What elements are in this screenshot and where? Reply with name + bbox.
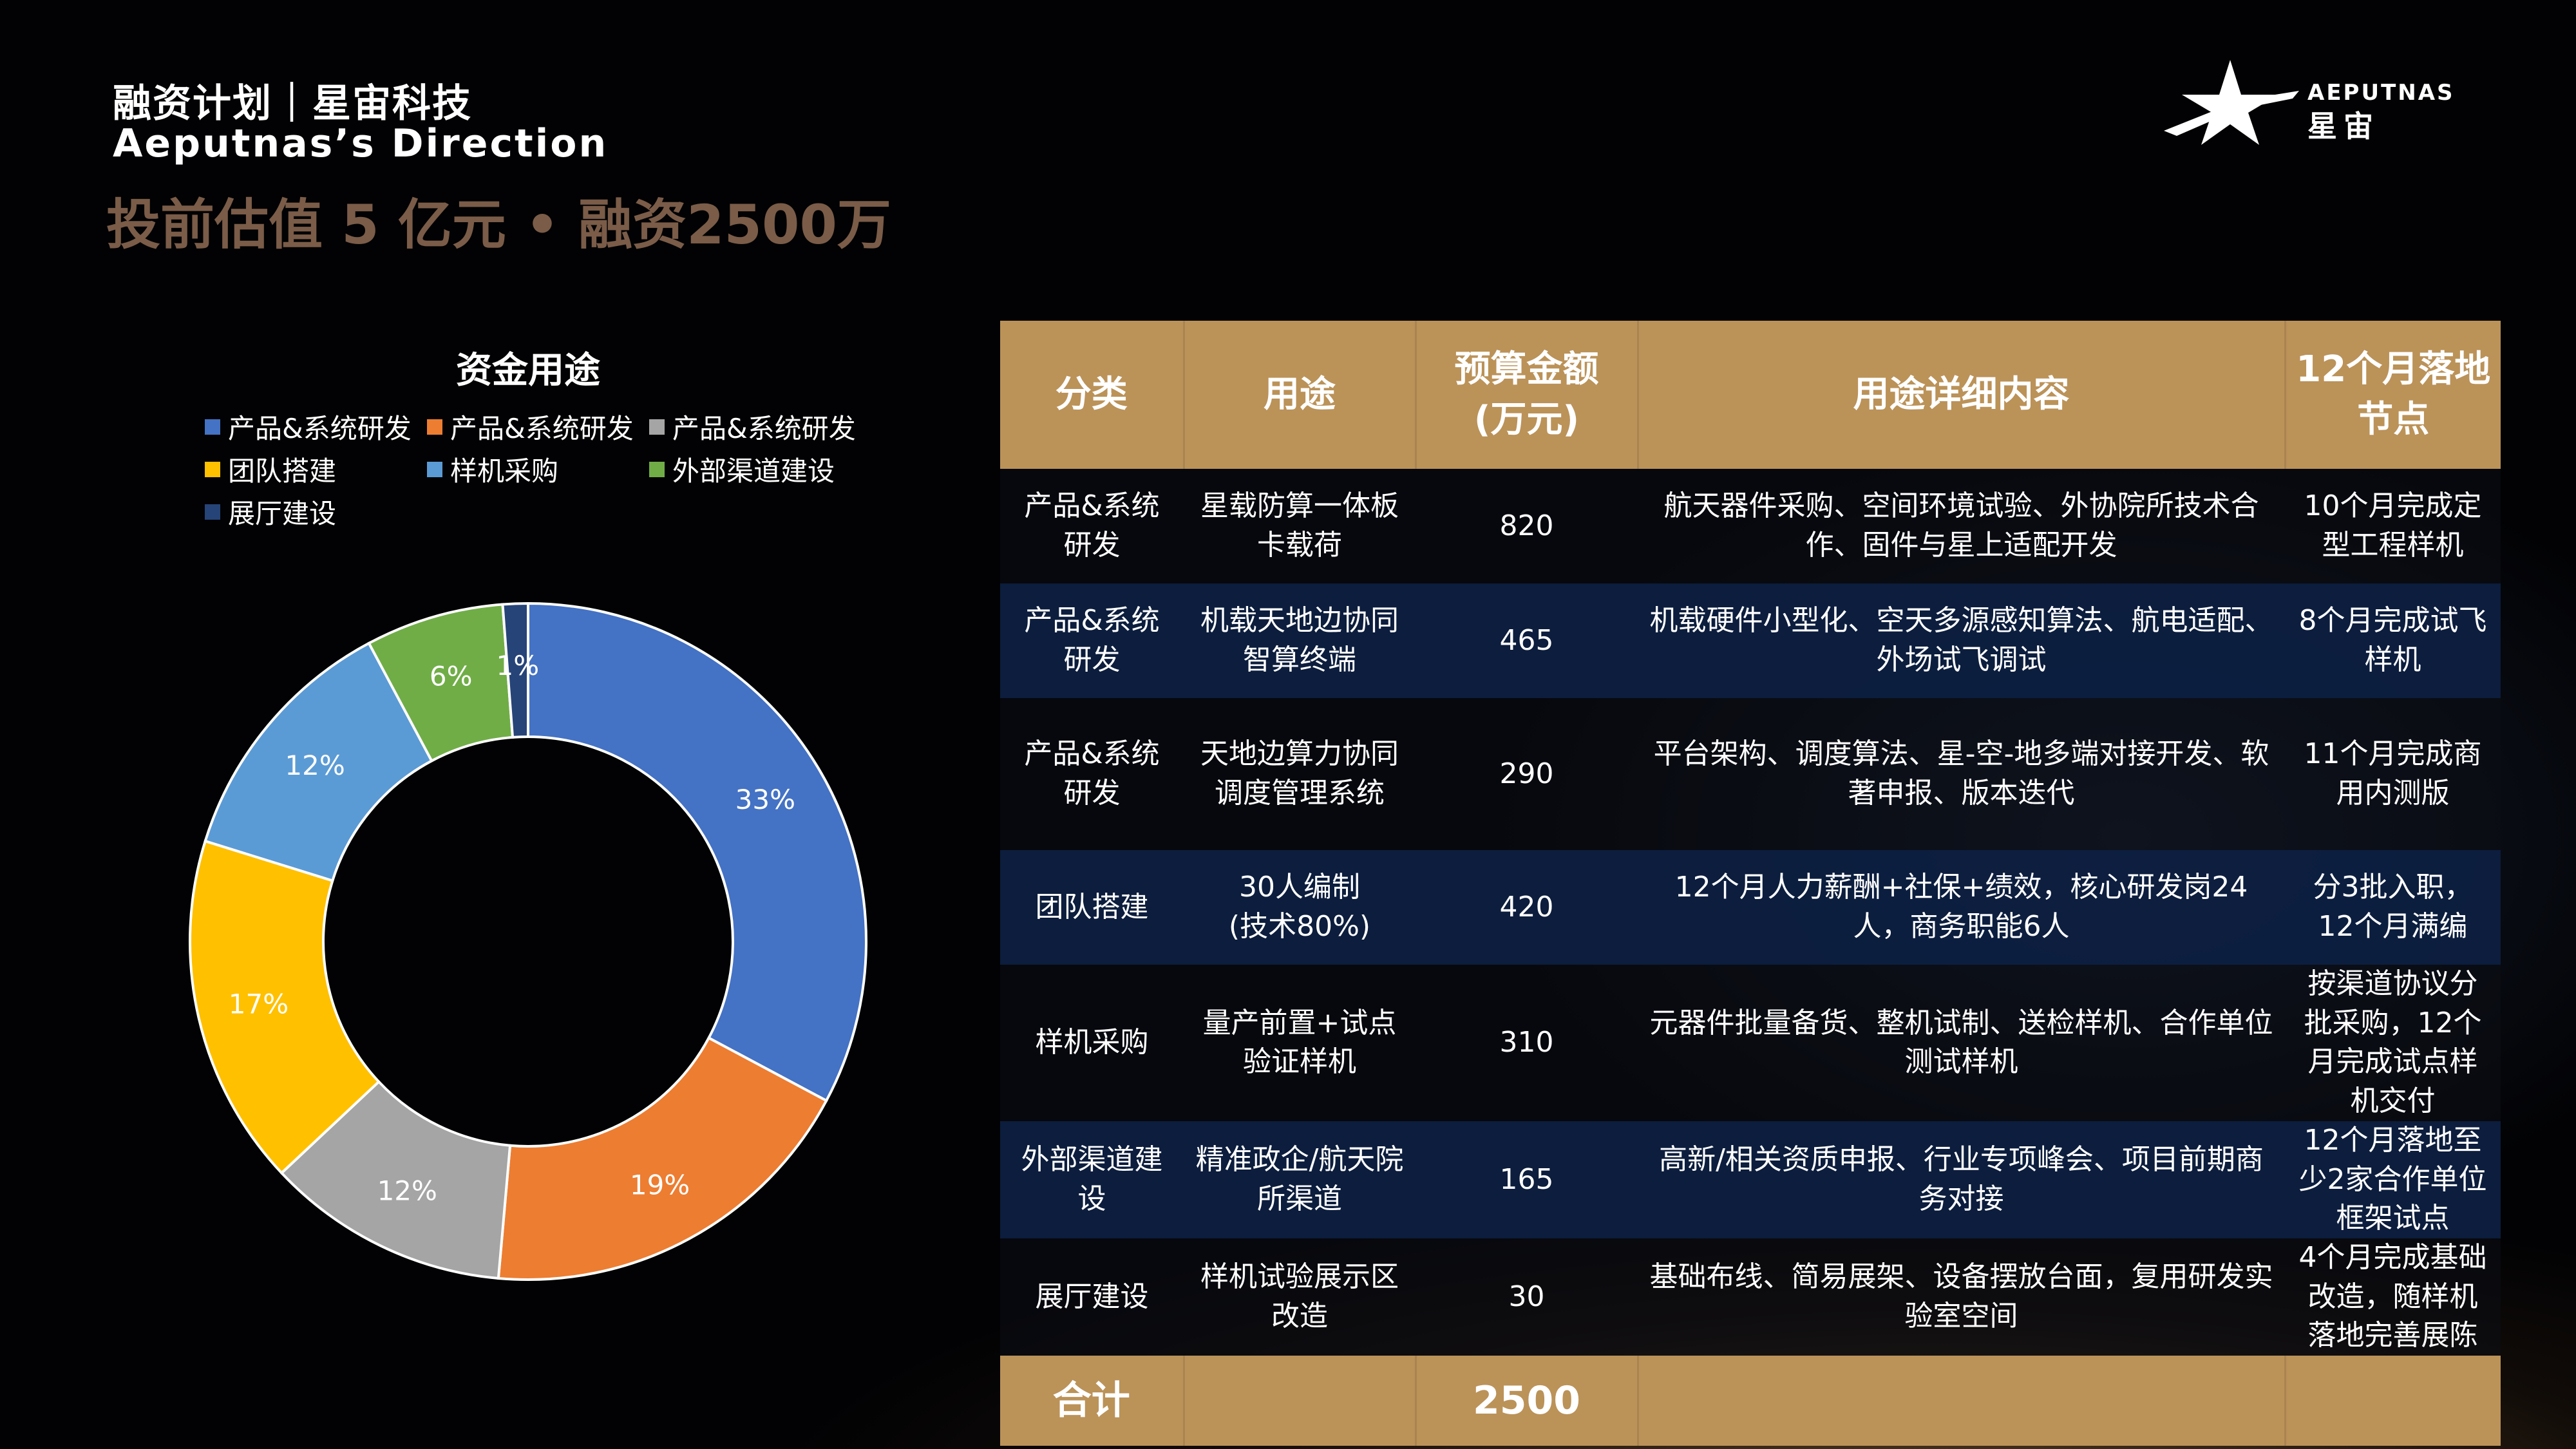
table-header-row: 分类 用途 预算金额 (万元) 用途详细内容 12个月落地节点 <box>1000 321 2501 469</box>
table-row: 团队搭建 30人编制 (技术80%) 420 12个月人力薪酬+社保+绩效，核心研发岗… <box>1000 850 2501 965</box>
brand-name-cn: 星宙 <box>2307 109 2380 144</box>
cell-milestone: 11个月完成商用内测版 <box>2285 698 2501 850</box>
table-total-row: 合计 2500 <box>1000 1356 2501 1446</box>
table-row: 展厅建设 样机试验展示区改造 30 基础布线、简易展架、设备摆放台面，复用研发实验室空… <box>1000 1238 2501 1356</box>
table-row: 样机采购 量产前置+试点验证样机 310 元器件批量备货、整机试制、送检样机、合作单位… <box>1000 965 2501 1121</box>
cell-amount: 465 <box>1416 583 1638 698</box>
slice-label: 6% <box>430 661 473 692</box>
cell-category: 展厅建设 <box>1000 1238 1184 1356</box>
cell-detail: 平台架构、调度算法、星-空-地多端对接开发、软著申报、版本迭代 <box>1638 698 2285 850</box>
brand-name-en: AEPUTNAS <box>2307 80 2455 106</box>
cell-milestone: 10个月完成定型工程样机 <box>2285 469 2501 583</box>
total-label: 合计 <box>1000 1356 1185 1446</box>
cell-category: 样机采购 <box>1000 965 1184 1121</box>
cell-detail: 12个月人力薪酬+社保+绩效，核心研发岗24人，商务职能6人 <box>1638 850 2285 965</box>
cell-amount: 165 <box>1416 1121 1638 1239</box>
slice-label: 12% <box>377 1175 437 1206</box>
cell-category: 团队搭建 <box>1000 850 1184 965</box>
cell-detail: 基础布线、简易展架、设备摆放台面，复用研发实验室空间 <box>1638 1238 2285 1356</box>
slice-label: 1% <box>496 650 539 681</box>
donut-slice <box>527 601 867 1103</box>
cell-category: 外部渠道建设 <box>1000 1121 1184 1239</box>
cell-milestone: 按渠道协议分批采购，12个月完成试点样机交付 <box>2285 965 2501 1121</box>
budget-table: 分类 用途 预算金额 (万元) 用途详细内容 12个月落地节点 产品&系统研发星… <box>1000 321 2501 1446</box>
cell-amount: 310 <box>1416 965 1638 1121</box>
cell-milestone: 12个月落地至少2家合作单位框架试点 <box>2285 1121 2501 1239</box>
cell-use: 样机试验展示区改造 <box>1184 1238 1416 1356</box>
donut-slice <box>497 1036 828 1281</box>
cell-detail: 高新/相关资质申报、行业专项峰会、项目前期商务对接 <box>1638 1121 2285 1239</box>
donut-chart: 33% 19% 12% 17% 12% 6% 1% <box>189 601 867 1281</box>
cell-amount: 420 <box>1416 850 1638 965</box>
cell-use: 天地边算力协同调度管理系统 <box>1184 698 1416 850</box>
cell-category: 产品&系统研发 <box>1000 469 1184 583</box>
cell-use: 机载天地边协同智算终端 <box>1184 583 1416 698</box>
cell-detail: 航天器件采购、空间环境试验、外协院所技术合作、固件与星上适配开发 <box>1638 469 2285 583</box>
cell-use: 精准政企/航天院所渠道 <box>1184 1121 1416 1239</box>
cell-detail: 机载硬件小型化、空天多源感知算法、航电适配、外场试飞调试 <box>1638 583 2285 698</box>
header-amount: 预算金额 (万元) <box>1416 321 1639 469</box>
cell-category: 产品&系统研发 <box>1000 698 1184 850</box>
cell-amount: 30 <box>1416 1238 1638 1356</box>
cell-use: 星载防算一体板卡载荷 <box>1184 469 1416 583</box>
header-milestone: 12个月落地节点 <box>2285 321 2501 469</box>
cell-category: 产品&系统研发 <box>1000 583 1184 698</box>
slice-label: 19% <box>630 1170 690 1201</box>
cell-detail: 元器件批量备货、整机试制、送检样机、合作单位测试样机 <box>1638 965 2285 1121</box>
cell-use: 量产前置+试点验证样机 <box>1184 965 1416 1121</box>
header-category: 分类 <box>1000 321 1185 469</box>
cell-amount: 820 <box>1416 469 1638 583</box>
table-row: 产品&系统研发 机载天地边协同智算终端 465 机载硬件小型化、空天多源感知算法、航电… <box>1000 583 2501 698</box>
table-row: 外部渠道建设 精准政企/航天院所渠道 165 高新/相关资质申报、行业专项峰会、项目前… <box>1000 1121 2501 1239</box>
table-row: 产品&系统研发 天地边算力协同调度管理系统 290 平台架构、调度算法、星-空-地多端… <box>1000 698 2501 850</box>
cell-milestone: 分3批入职，12个月满编 <box>2285 850 2501 965</box>
header-use: 用途 <box>1184 321 1417 469</box>
cell-use: 30人编制 (技术80%) <box>1184 850 1416 965</box>
slice-label: 12% <box>285 750 345 781</box>
total-amount: 2500 <box>1416 1356 1639 1446</box>
cell-milestone: 8个月完成试飞样机 <box>2285 583 2501 698</box>
slice-label: 17% <box>229 988 289 1019</box>
cell-amount: 290 <box>1416 698 1638 850</box>
slice-label: 33% <box>735 784 795 815</box>
header-detail: 用途详细内容 <box>1638 321 2286 469</box>
cell-milestone: 4个月完成基础改造，随样机落地完善展陈 <box>2285 1238 2501 1356</box>
table-row: 产品&系统研发 星载防算一体板卡载荷 820 航天器件采购、空间环境试验、外协院所技术… <box>1000 469 2501 583</box>
